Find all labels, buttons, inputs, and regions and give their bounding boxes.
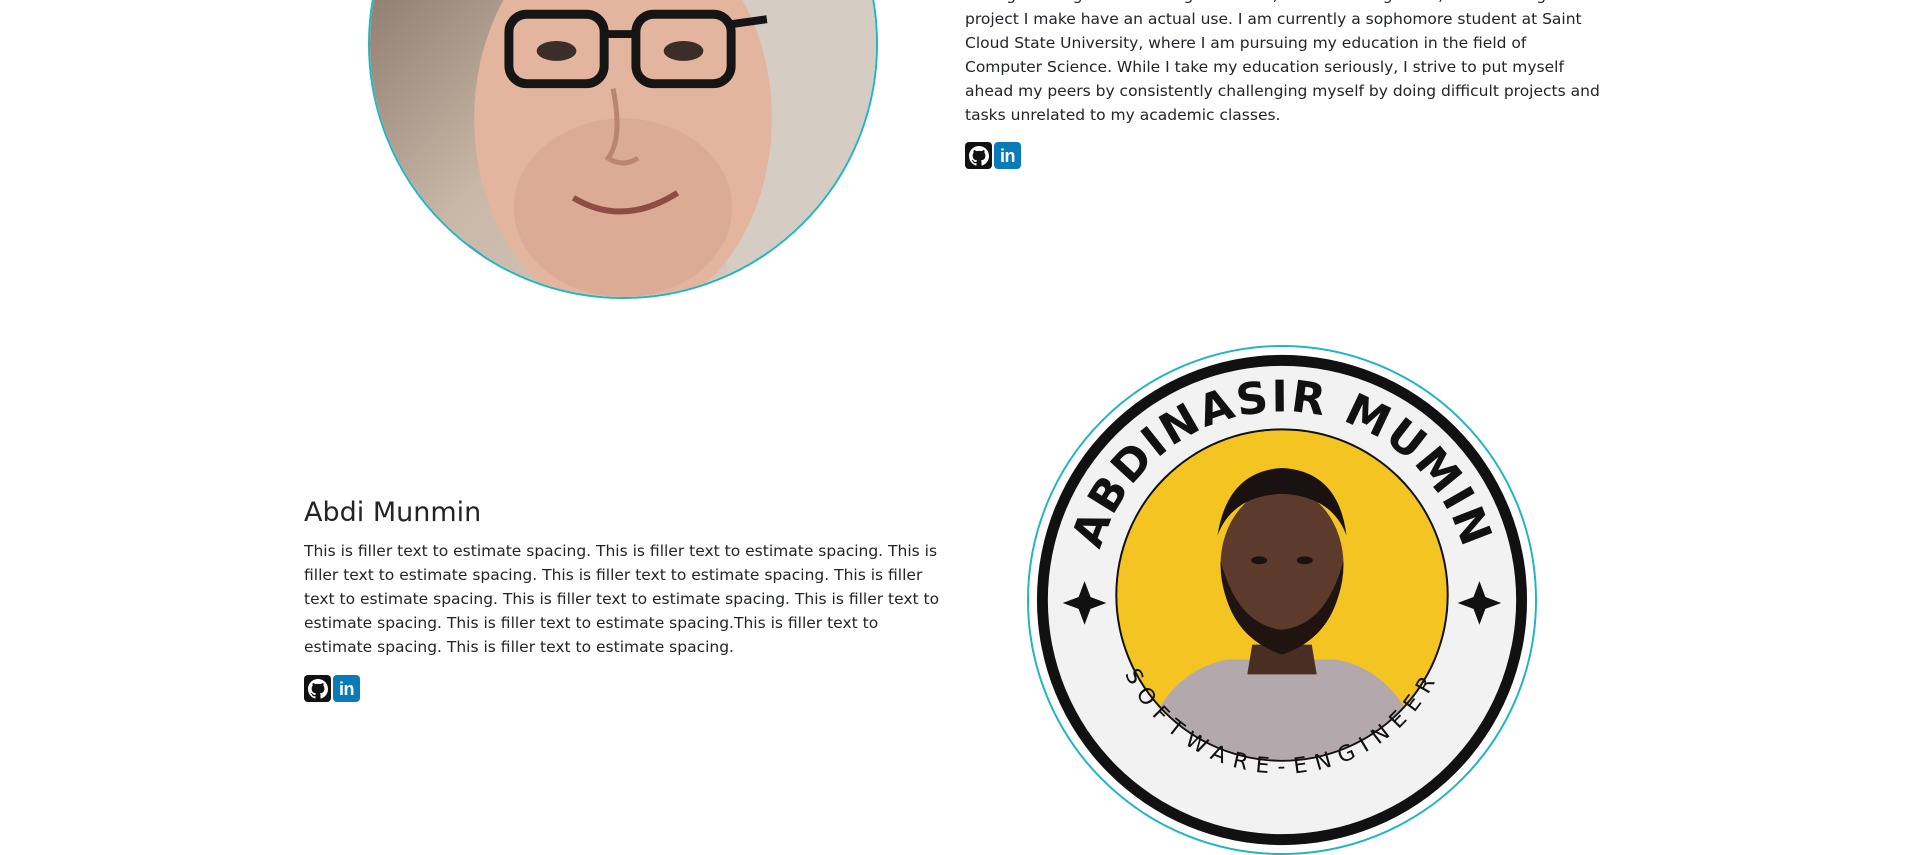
linkedin-glyph: in	[339, 678, 355, 699]
member-bio: This is filler text to estimate spacing.…	[304, 542, 940, 656]
member-badge-photo: ABDINASIR MUMIN SOFTWARE-ENGINEER	[1027, 345, 1537, 855]
github-icon[interactable]	[304, 675, 331, 702]
member-name: Abdi Munmin	[304, 497, 482, 528]
linkedin-glyph: in	[1000, 145, 1016, 166]
linkedin-icon[interactable]: in	[333, 675, 360, 702]
linkedin-icon[interactable]: in	[994, 142, 1021, 169]
member-bio: through coding. From making a website, t…	[965, 0, 1600, 124]
social-links: in	[965, 142, 1021, 169]
member-photo	[368, 0, 878, 299]
social-links: in	[304, 675, 360, 702]
github-icon[interactable]	[965, 142, 992, 169]
